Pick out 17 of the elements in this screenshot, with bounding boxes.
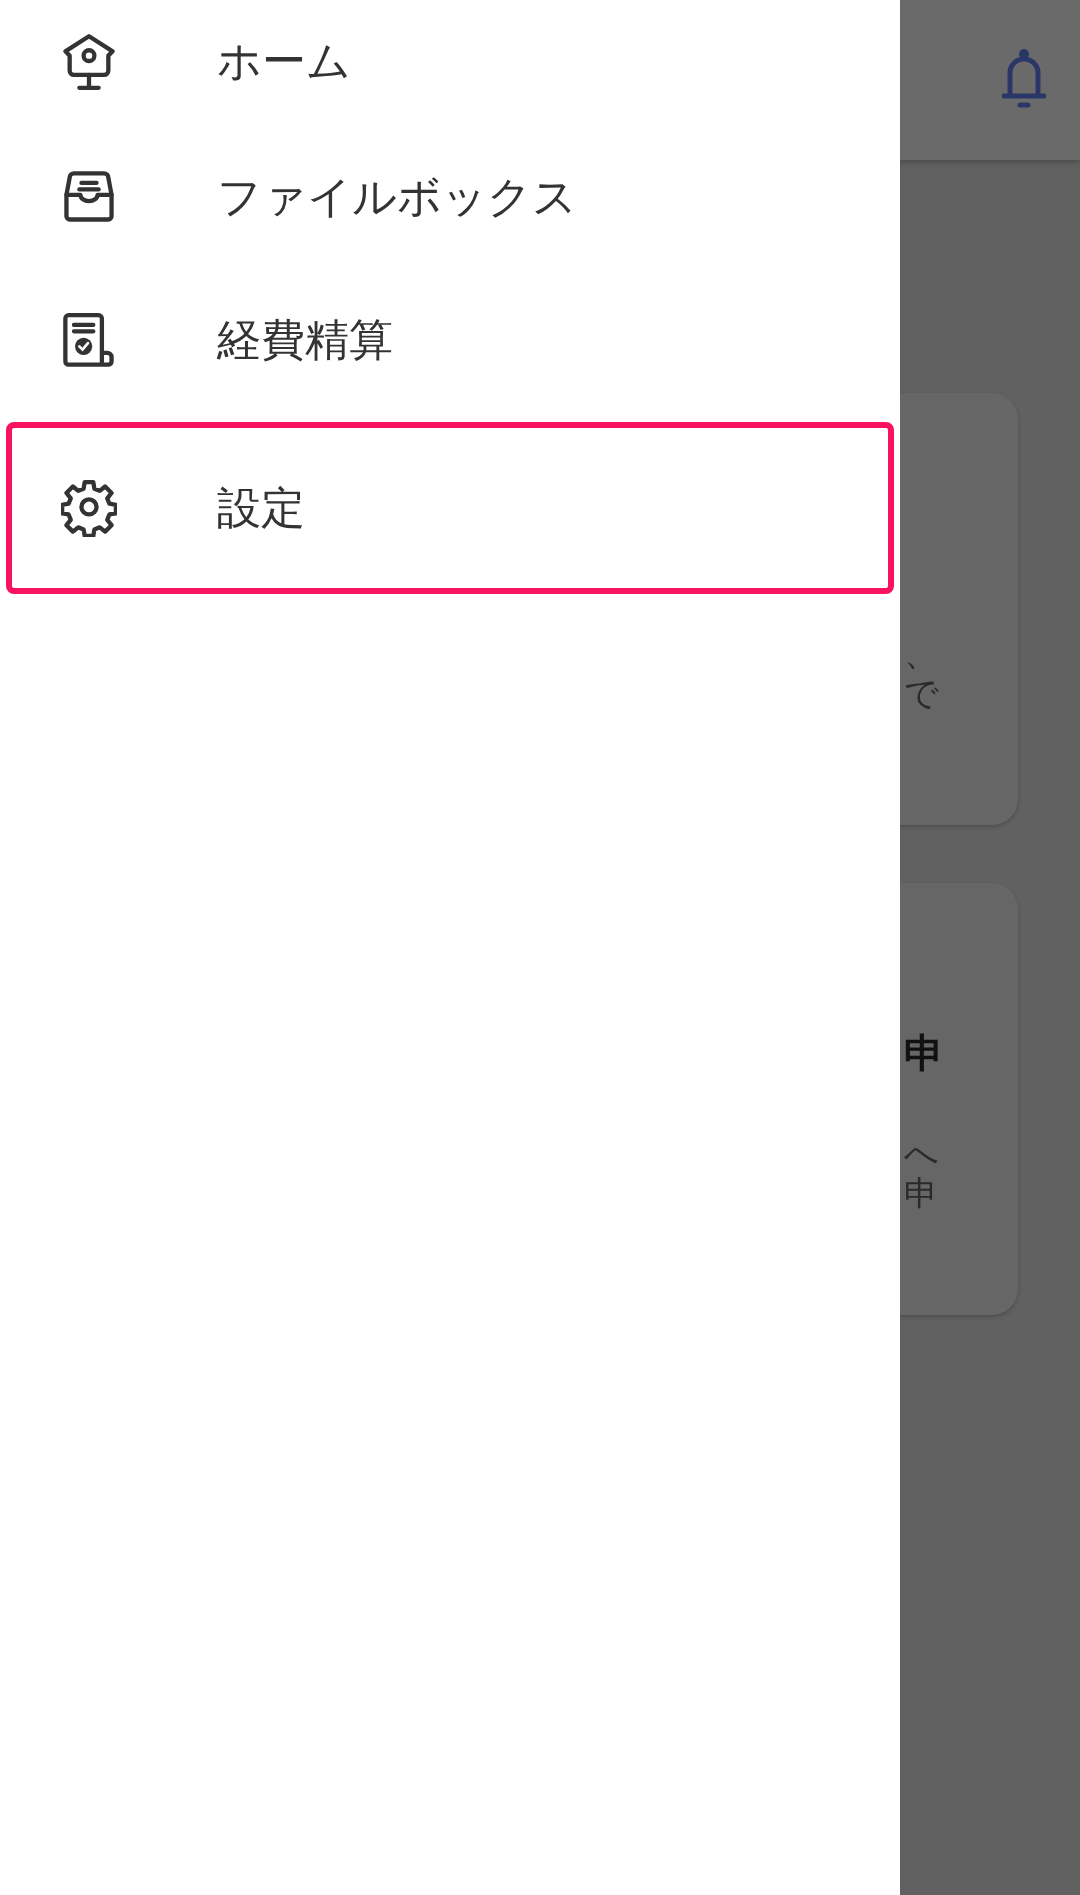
nav-label: 設定 — [217, 480, 305, 535]
card-text: で — [904, 673, 939, 713]
nav-label: ファイルボックス — [217, 170, 577, 224]
notification-bell-icon[interactable] — [1002, 49, 1046, 111]
nav-item[interactable]: 設定 — [6, 422, 894, 594]
card-text: 申 — [904, 1033, 944, 1073]
card-text: 申 — [904, 1173, 938, 1213]
receipt-icon — [61, 311, 117, 370]
nav-item[interactable]: ファイルボックス — [6, 126, 894, 269]
card-text: へ — [904, 1133, 939, 1173]
settings-icon — [61, 479, 117, 537]
nav-label: 経費精算 — [217, 313, 393, 367]
nav-label: ホーム — [217, 33, 351, 88]
home-icon — [61, 32, 117, 90]
card-text: 、 — [904, 633, 938, 673]
nav-item[interactable]: ホーム — [6, 0, 894, 126]
nav-item[interactable]: 経費精算 — [6, 269, 894, 412]
